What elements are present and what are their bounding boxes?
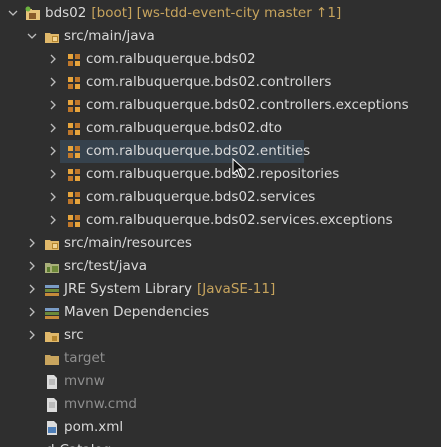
- file-icon: [44, 397, 60, 413]
- xml-file-icon: [44, 420, 60, 436]
- tree-item-package-selected[interactable]: com.ralbuquerque.bds02.entities: [50, 140, 310, 163]
- chevron-down-icon[interactable]: [7, 2, 19, 25]
- chevron-right-icon[interactable]: [26, 324, 38, 347]
- next-project-label: d-Catalog: [46, 439, 111, 447]
- chevron-right-icon[interactable]: [47, 163, 59, 186]
- project-folder-icon: [26, 443, 42, 447]
- tree-item-next-project[interactable]: d-Catalog: [0, 439, 441, 447]
- tree-item-mvnw-cmd[interactable]: mvnw.cmd: [0, 393, 441, 416]
- package-label: com.ralbuquerque.bds02.dto: [86, 120, 283, 136]
- package-label: com.ralbuquerque.bds02: [86, 51, 256, 67]
- tree-item-jre-system-library[interactable]: JRE System Library [JavaSE-11]: [0, 278, 441, 301]
- tree-item-package[interactable]: com.ralbuquerque.bds02.services: [0, 186, 441, 209]
- package-icon: [66, 52, 82, 68]
- target-label: target: [64, 350, 106, 366]
- package-icon: [66, 121, 82, 137]
- jre-library-decoration: [JavaSE-11]: [197, 281, 276, 297]
- chevron-right-icon[interactable]: [47, 94, 59, 117]
- source-folder-icon: [44, 236, 60, 252]
- package-label: com.ralbuquerque.bds02.controllers: [86, 74, 332, 90]
- package-label: com.ralbuquerque.bds02.services: [86, 189, 316, 205]
- package-label: com.ralbuquerque.bds02.entities: [86, 143, 311, 159]
- test-source-folder-icon: [44, 259, 60, 275]
- src-label: src: [64, 327, 84, 343]
- tree-item-target[interactable]: target: [0, 347, 441, 370]
- tree-item-package[interactable]: com.ralbuquerque.bds02: [0, 48, 441, 71]
- chevron-right-icon[interactable]: [47, 209, 59, 232]
- chevron-right-icon[interactable]: [26, 255, 38, 278]
- chevron-right-icon[interactable]: [47, 71, 59, 94]
- tree-item-package[interactable]: com.ralbuquerque.bds02.controllers.excep…: [0, 94, 441, 117]
- folder-icon: [44, 328, 60, 344]
- tree-item-package[interactable]: com.ralbuquerque.bds02.controllers: [0, 71, 441, 94]
- src-main-resources-label: src/main/resources: [64, 235, 192, 251]
- tree-item-package[interactable]: com.ralbuquerque.bds02.repositories: [0, 163, 441, 186]
- tree-item-package[interactable]: com.ralbuquerque.bds02.services.exceptio…: [0, 209, 441, 232]
- project-explorer-tree: bds02 [boot] [ws-tdd-event-city master ↑…: [0, 0, 441, 447]
- tree-item-src-test-java[interactable]: src/test/java: [0, 255, 441, 278]
- mvnw-label: mvnw: [64, 373, 105, 389]
- tree-item-pom-xml[interactable]: pom.xml: [0, 416, 441, 439]
- mvnw-cmd-label: mvnw.cmd: [64, 396, 137, 412]
- tree-item-src-main-java[interactable]: src/main/java: [0, 25, 441, 48]
- library-icon: [44, 282, 60, 298]
- tree-item-src[interactable]: src: [0, 324, 441, 347]
- project-name: bds02: [45, 5, 87, 21]
- src-test-java-label: src/test/java: [64, 258, 148, 274]
- package-icon: [66, 213, 82, 229]
- package-label: com.ralbuquerque.bds02.controllers.excep…: [86, 97, 409, 113]
- package-icon: [66, 144, 82, 160]
- project-folder-icon: [25, 6, 41, 22]
- maven-dependencies-label: Maven Dependencies: [64, 304, 210, 320]
- chevron-down-icon[interactable]: [26, 25, 38, 48]
- chevron-right-icon[interactable]: [47, 117, 59, 140]
- package-icon: [66, 167, 82, 183]
- mouse-pointer-icon: [232, 157, 246, 178]
- chevron-right-icon[interactable]: [26, 232, 38, 255]
- package-label: com.ralbuquerque.bds02.repositories: [86, 166, 340, 182]
- tree-item-src-main-resources[interactable]: src/main/resources: [0, 232, 441, 255]
- chevron-right-icon[interactable]: [47, 48, 59, 71]
- folder-icon: [44, 351, 60, 367]
- file-icon: [44, 374, 60, 390]
- chevron-right-icon[interactable]: [26, 301, 38, 324]
- package-icon: [66, 75, 82, 91]
- src-main-java-label: src/main/java: [64, 28, 155, 44]
- tree-item-maven-dependencies[interactable]: Maven Dependencies: [0, 301, 441, 324]
- project-decoration: [boot] [ws-tdd-event-city master ↑1]: [91, 5, 342, 21]
- chevron-right-icon[interactable]: [26, 278, 38, 301]
- package-icon: [66, 190, 82, 206]
- jre-library-label: JRE System Library: [64, 281, 193, 297]
- chevron-right-icon[interactable]: [47, 186, 59, 209]
- tree-item-mvnw[interactable]: mvnw: [0, 370, 441, 393]
- package-label: com.ralbuquerque.bds02.services.exceptio…: [86, 212, 393, 228]
- tree-item-package[interactable]: com.ralbuquerque.bds02.dto: [0, 117, 441, 140]
- tree-item-project-bds02[interactable]: bds02 [boot] [ws-tdd-event-city master ↑…: [0, 2, 441, 25]
- library-icon: [44, 305, 60, 321]
- package-icon: [66, 98, 82, 114]
- source-folder-icon: [44, 29, 60, 45]
- chevron-right-icon[interactable]: [47, 140, 59, 163]
- pom-xml-label: pom.xml: [64, 419, 124, 435]
